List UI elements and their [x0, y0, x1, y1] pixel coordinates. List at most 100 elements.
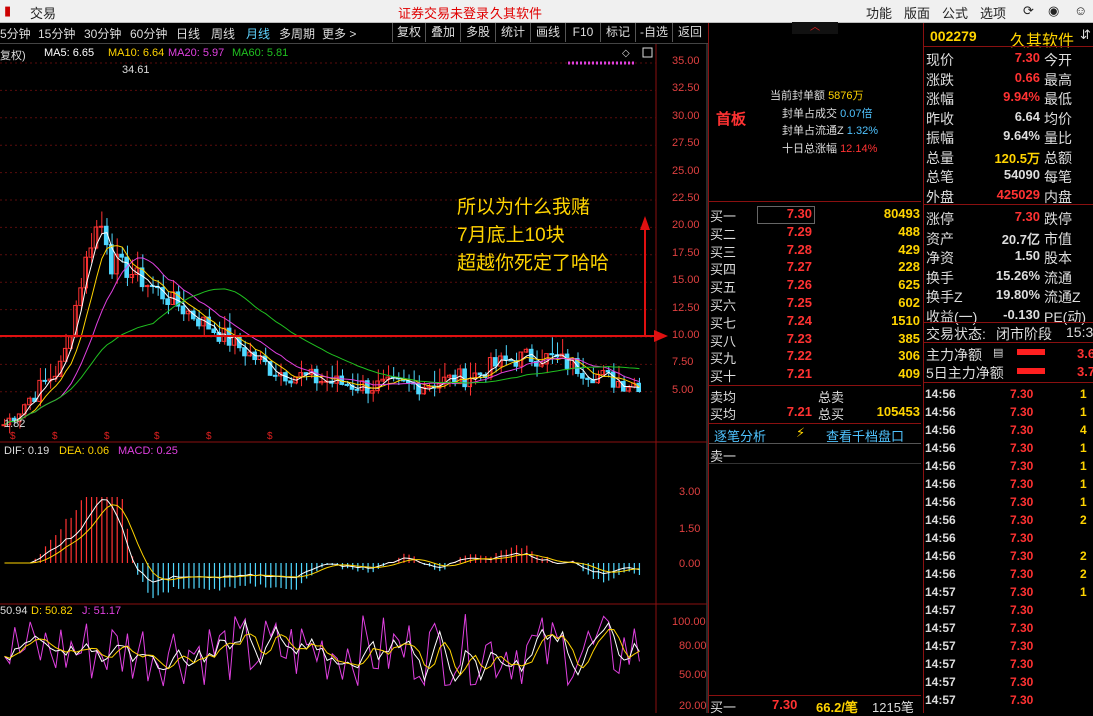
menu-formula[interactable]: 公式 — [942, 3, 968, 22]
skin-icon[interactable]: ◉ — [1048, 3, 1059, 19]
macd-axis-3: 3.00 — [679, 486, 701, 498]
trade-status-time: 15:3 — [1066, 324, 1093, 340]
bid-level-price[interactable]: 7.24 — [760, 313, 812, 328]
price-axis-tick: 35.00 — [672, 55, 700, 67]
candle-body — [610, 371, 616, 388]
bid-level-price[interactable]: 7.29 — [760, 224, 812, 239]
kdj-d-label: D: 50.82 — [31, 605, 73, 617]
bid-level-label: 买五 — [710, 280, 737, 296]
period-toolbar: 5分钟 15分钟 30分钟 60分钟 日线 周线 月线 多周期 更多 > 复权 … — [0, 23, 708, 44]
candle-body — [549, 353, 554, 356]
candle-body — [375, 380, 380, 392]
tab-monthly[interactable]: 月线 — [246, 25, 270, 42]
tab-60min[interactable]: 60分钟 — [130, 25, 167, 42]
bid-level-price[interactable]: 7.28 — [760, 242, 812, 257]
bid-level-price[interactable]: 7.21 — [760, 366, 812, 381]
menu-options[interactable]: 选项 — [980, 3, 1006, 22]
watchlist-button[interactable]: -自选 — [635, 23, 672, 42]
mark-button[interactable]: 标记 — [600, 23, 635, 42]
svg-text:$: $ — [267, 431, 273, 442]
quote-value: 120.5万 — [994, 150, 1040, 166]
f10-button[interactable]: F10 — [565, 23, 600, 42]
kdj-axis-100: 100.00 — [672, 616, 706, 628]
svg-text:$: $ — [104, 431, 110, 442]
divider — [709, 423, 921, 424]
divider — [923, 204, 1093, 205]
collapse-arrow-icon[interactable]: ︿ — [792, 22, 838, 34]
tick-time: 14:56 — [925, 549, 956, 563]
refresh-icon[interactable]: ⟳ — [1023, 3, 1034, 19]
tab-more[interactable]: 更多 > — [322, 25, 356, 42]
bid-level-volume: 625 — [898, 277, 920, 293]
quote-label: 股本 — [1044, 250, 1072, 266]
user-annotation: 所以为什么我赌 7月底上10块 超越你死定了哈哈 — [457, 194, 609, 278]
stats-button[interactable]: 统计 — [495, 23, 530, 42]
back-button[interactable]: 返回 — [672, 23, 707, 42]
profile-icon[interactable]: ☺ — [1074, 3, 1087, 18]
bottom-bid-label: 买一 — [710, 700, 737, 715]
tick-time: 14:57 — [925, 675, 956, 689]
tab-5min[interactable]: 5分钟 — [0, 25, 31, 42]
tick-time: 14:56 — [925, 441, 956, 455]
bid-level-price[interactable]: 7.25 — [760, 295, 812, 310]
quote-label: 总量 — [926, 149, 954, 166]
trade-status-label: 交易状态: — [926, 326, 986, 342]
candle-body — [27, 397, 32, 406]
menu-function[interactable]: 功能 — [866, 3, 892, 22]
bid-level-volume: 306 — [898, 348, 920, 364]
overlay-button[interactable]: 叠加 — [425, 23, 460, 42]
candle-body — [477, 372, 483, 376]
quote-label: 流通 — [1044, 269, 1072, 286]
bid-level-label: 买三 — [710, 244, 737, 260]
five-day-net-value: 3.7 — [1077, 364, 1093, 379]
app-menu-icon[interactable]: ▮ — [4, 3, 11, 19]
quote-label: 流通Z — [1044, 289, 1081, 305]
tick-price: 7.30 — [1010, 513, 1034, 527]
buy-total-value: 105453 — [876, 404, 920, 419]
bid-level-price[interactable]: 7.30 — [760, 206, 812, 221]
quote-value: 9.94% — [1003, 89, 1040, 104]
multi-stock-button[interactable]: 多股 — [460, 23, 495, 42]
menu-layout[interactable]: 版面 — [904, 3, 930, 22]
limit-board-title: 首板 — [716, 111, 747, 128]
lightning-icon[interactable]: ⚡ — [796, 425, 805, 441]
adjust-button[interactable]: 复权 — [392, 23, 425, 42]
tick-price: 7.30 — [1010, 567, 1034, 581]
tick-time: 14:57 — [925, 639, 956, 653]
tick-volume: 2 — [1080, 513, 1087, 527]
trade-menu[interactable]: 交易 — [30, 3, 56, 22]
tab-30min[interactable]: 30分钟 — [84, 25, 121, 42]
tab-daily[interactable]: 日线 — [176, 25, 200, 42]
bottom-bid-per-trade: 66.2/笔 — [816, 700, 858, 715]
tab-weekly[interactable]: 周线 — [211, 25, 235, 42]
candle-body — [615, 380, 621, 388]
bid-level-price[interactable]: 7.26 — [760, 277, 812, 292]
candle-body — [539, 363, 544, 367]
stock-title: 久其软件 — [490, 6, 543, 21]
bid-level-price[interactable]: 7.23 — [760, 331, 812, 346]
price-axis-tick: 7.50 — [672, 356, 694, 369]
main-net-label: 主力净额 — [926, 347, 982, 363]
doc-icon[interactable]: ▤ — [993, 346, 1003, 359]
bid-level-volume: 488 — [898, 223, 920, 239]
candle-body — [288, 380, 293, 384]
bid-level-volume: 602 — [898, 295, 920, 310]
tick-time: 14:57 — [925, 657, 956, 671]
login-warning[interactable]: 证券交易未登录 — [398, 3, 489, 22]
limit-stat-label: 十日总涨幅 — [782, 142, 837, 155]
kdj-j-label: J: 51.17 — [82, 605, 122, 617]
limit-stat-label: 封单占流通Z — [782, 125, 844, 137]
divider — [709, 443, 921, 444]
draw-button[interactable]: 画线 — [530, 23, 565, 42]
tab-15min[interactable]: 15分钟 — [38, 25, 75, 42]
quote-value: 1.50 — [1014, 248, 1040, 263]
expand-icon[interactable]: ⇵ — [1080, 27, 1091, 43]
bid-level-price[interactable]: 7.27 — [760, 259, 812, 274]
quote-label: 最高 — [1044, 71, 1072, 88]
price-axis-tick: 27.50 — [672, 137, 700, 150]
macd-axis-1-5: 1.50 — [679, 523, 701, 535]
bid-level-price[interactable]: 7.22 — [760, 348, 812, 363]
annotation-line-1: 所以为什么我赌 — [457, 197, 591, 218]
quote-label: 量比 — [1044, 130, 1072, 146]
tab-multi-period[interactable]: 多周期 — [279, 25, 315, 42]
